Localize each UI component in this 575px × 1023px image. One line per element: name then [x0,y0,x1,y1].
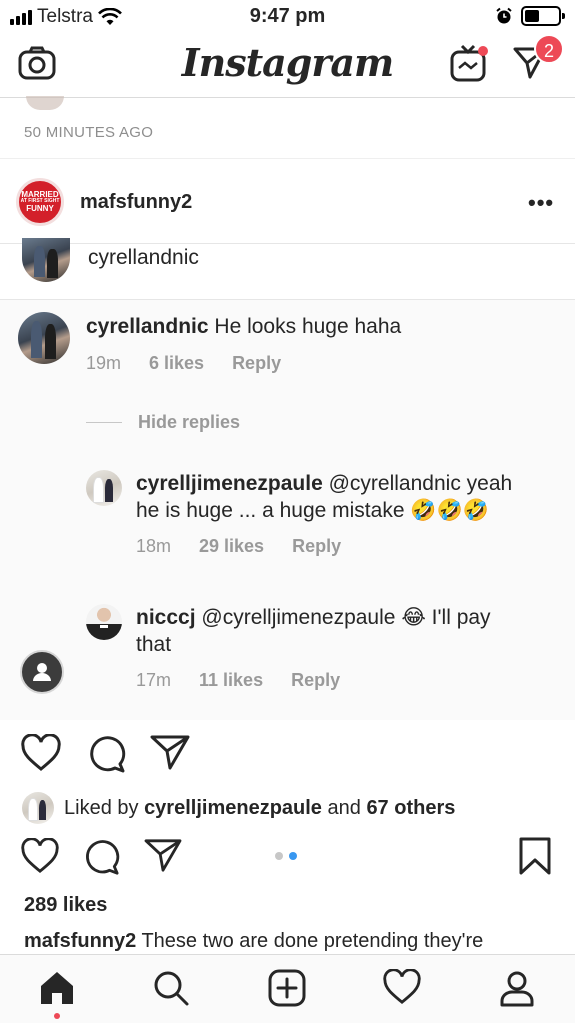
post-author-avatar[interactable]: MARRIED AT FIRST SIGHT FUNNY [16,178,64,226]
battery-icon [521,6,565,26]
like-count[interactable]: 289 likes [24,894,107,917]
reply-text: cyrelljimenezpaule @cyrellandnic yeah he… [136,472,513,522]
reply-text: nicccj @cyrelljimenezpaule 😂 I'll pay th… [136,606,491,656]
previous-post-timestamp: 50 MINUTES AGO [24,124,154,141]
direct-badge: 2 [534,34,564,64]
like-button[interactable] [20,838,60,874]
profile-icon[interactable] [498,969,536,1007]
reply-meta: 18m 29 likes Reply [136,536,342,556]
heart-icon [21,734,61,771]
bottom-tab-bar [0,954,575,1023]
share-button[interactable] [144,838,182,872]
divider [0,158,575,159]
post-header: MARRIED AT FIRST SIGHT FUNNY mafsfunny2 … [0,170,575,236]
add-icon[interactable] [268,969,306,1007]
share-icon [150,735,190,770]
avatar [22,238,70,282]
comment-avatar [18,312,70,364]
caption: mafsfunny2 These two are done pretending… [24,930,484,952]
search-icon[interactable] [152,969,190,1007]
alarm-icon [496,7,512,24]
clock: 9:47 pm [249,5,326,27]
carousel-indicator [275,852,297,860]
reply-avatar [86,470,122,506]
home-activity-dot [54,1013,60,1019]
embedded-comment-header: cyrellandnic [0,238,575,298]
comment-icon [90,736,126,773]
liked-by: Liked by cyrelljimenezpaule and 67 other… [22,792,455,824]
reply-meta: 17m 11 likes Reply [136,670,341,690]
comment-meta: 19m 6 likes Reply [86,353,282,373]
hide-replies: Hide replies [86,412,240,433]
save-button[interactable] [518,836,552,876]
comment-button[interactable] [82,838,120,876]
status-bar: Telstra 9:47 pm [0,0,575,32]
carousel-dot [275,852,283,860]
liked-by-avatar [22,792,54,824]
carousel-dot-active [289,852,297,860]
post-action-row [0,836,575,886]
heart-icon[interactable] [382,969,422,1005]
embedded-action-row [0,732,575,782]
reply-avatar [86,604,122,640]
more-options-icon[interactable]: ••• [528,190,554,216]
instagram-logo: Instagram [181,40,394,85]
igtv-notification-dot [478,46,488,56]
tagged-people-icon[interactable] [20,650,64,694]
home-icon[interactable] [38,969,76,1007]
comment-text: cyrellandnic He looks huge haha [86,315,402,338]
previous-post-avatar [26,96,64,110]
post-author-username[interactable]: mafsfunny2 [80,191,192,214]
app-header: Instagram 2 [0,32,575,98]
embedded-username: cyrellandnic [88,246,199,269]
